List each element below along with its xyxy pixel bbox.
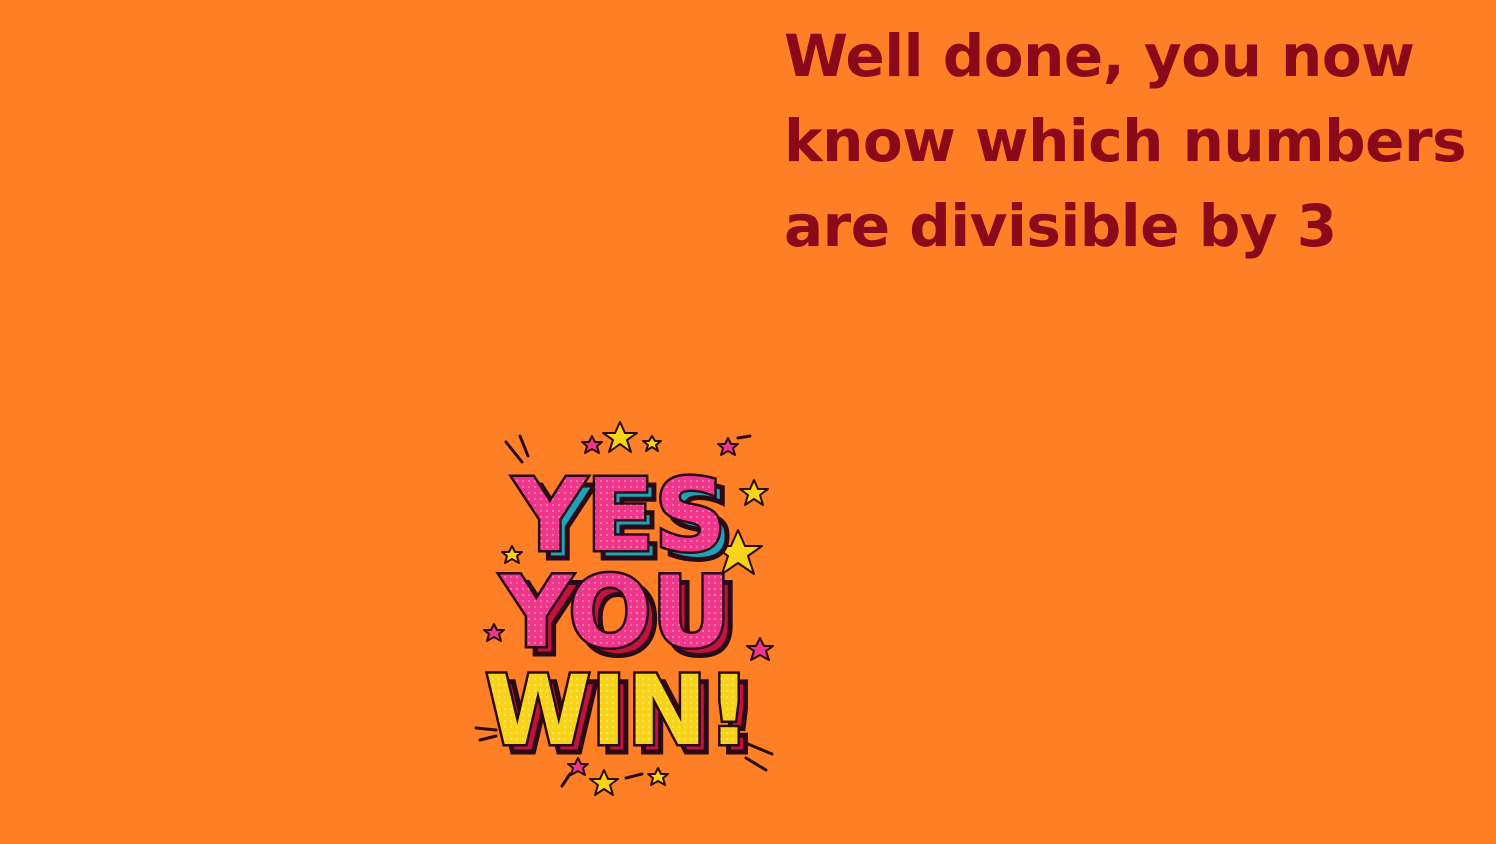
win-message: Well done, you now know which numbers ar… bbox=[784, 22, 1467, 260]
svg-text:YOU: YOU bbox=[500, 556, 731, 670]
badge-line-win: WIN! WIN! WIN! bbox=[483, 653, 762, 778]
win-screen: Well done, you now know which numbers ar… bbox=[0, 0, 1496, 844]
yes-you-win-sticker-icon: YES YES YES YOU YOU YOU WIN! WIN! WIN! bbox=[466, 418, 786, 802]
svg-text:WIN!: WIN! bbox=[485, 655, 751, 767]
